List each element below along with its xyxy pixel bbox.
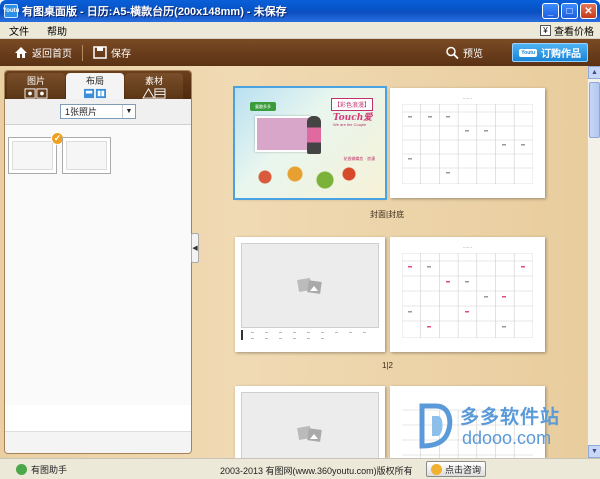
title-bar: Youtu 有图桌面版 - 日历:A5-横款台历(200x148mm) - 未保… — [0, 0, 600, 22]
image-placeholder-icon — [297, 425, 322, 442]
toolbar-divider — [82, 44, 83, 61]
close-button[interactable]: ✕ — [580, 3, 597, 19]
mini-calendar — [241, 330, 366, 340]
vertical-scrollbar[interactable]: ▲ ▼ — [587, 66, 600, 458]
cover-leaves-decoration — [241, 162, 361, 192]
photo-placeholder[interactable] — [241, 243, 379, 328]
site-watermark: 多多软件站 ddooo.com — [418, 400, 584, 454]
layout-thumb-preview — [66, 141, 107, 170]
material-icon — [142, 88, 166, 99]
tab-material[interactable]: 素材 — [125, 73, 183, 99]
calendar-grid — [402, 253, 533, 338]
copyright-text: 2003-2013 有图网(www.360youtu.com)版权所有 — [220, 466, 413, 476]
tab-layout[interactable]: 布局 — [66, 73, 124, 99]
layout-thumb-preview — [12, 141, 53, 170]
minimize-button[interactable]: _ — [542, 3, 559, 19]
view-price-label: 查看价格 — [554, 27, 594, 38]
watermark-cn: 多多软件站 — [460, 407, 561, 428]
layout-icon — [84, 88, 106, 99]
left-panel: 图片 布局 素材 1张照片 ▼ ✓ — [4, 70, 192, 454]
back-cover-calendar-page[interactable]: ······· — [390, 88, 545, 198]
scroll-up-button[interactable]: ▲ — [588, 66, 600, 79]
menu-file[interactable]: 文件 — [0, 23, 38, 38]
assistant-label: 有图助手 — [31, 465, 68, 475]
image-placeholder-icon — [297, 277, 322, 294]
home-label: 返回首页 — [32, 49, 72, 60]
tab-material-label: 素材 — [144, 76, 163, 86]
chevron-down-icon: ▼ — [122, 105, 135, 118]
price-icon: ¥ — [540, 25, 551, 36]
menu-bar: 文件 帮助 ¥ 查看价格 — [0, 22, 600, 39]
cover-figure-illustration — [307, 116, 321, 154]
layout-list: ✓ — [5, 125, 191, 405]
calendar-title: ······· — [462, 96, 473, 101]
order-label: 订购作品 — [541, 49, 581, 60]
tab-photos[interactable]: 图片 — [7, 73, 65, 99]
home-icon — [15, 47, 27, 58]
toolbar: 返回首页 保存 预览 Youtu 订购作品 — [0, 39, 600, 66]
panel-footer — [5, 431, 191, 453]
spread-caption-1-2: 1|2 — [382, 361, 393, 370]
calendar-title: ······· — [462, 245, 473, 250]
order-button[interactable]: Youtu 订购作品 — [512, 43, 588, 62]
save-label: 保存 — [111, 49, 131, 60]
magnifier-icon — [446, 46, 459, 59]
watermark-logo-icon — [419, 403, 453, 449]
cover-photo-frame[interactable] — [255, 116, 311, 152]
cover-subtitle: We are the Couple — [333, 122, 367, 127]
calendar-grid — [402, 104, 533, 184]
photo-count-row: 1张照片 ▼ — [5, 99, 191, 125]
tab-layout-label: 布局 — [85, 76, 104, 86]
home-button[interactable]: 返回首页 — [0, 45, 80, 60]
collapse-panel-button[interactable]: ◀ — [191, 233, 199, 263]
scroll-thumb[interactable] — [589, 82, 600, 138]
maximize-button[interactable]: □ — [561, 3, 578, 19]
page-2-calendar[interactable]: ······· — [390, 237, 545, 352]
consult-button[interactable]: 点击咨询 — [426, 461, 487, 477]
app-logo-icon: Youtu — [3, 4, 19, 18]
view-price-button[interactable]: ¥ 查看价格 — [540, 23, 594, 38]
preview-button[interactable]: 预览 — [437, 45, 491, 60]
scroll-down-button[interactable]: ▼ — [588, 445, 600, 458]
youtu-logo-icon: Youtu — [519, 48, 537, 57]
menu-help[interactable]: 帮助 — [38, 23, 76, 38]
assistant-button[interactable]: 有图助手 — [16, 463, 67, 476]
status-bar: 有图助手 2003-2013 有图网(www.360youtu.com)版权所有… — [0, 458, 600, 479]
photos-icon — [24, 88, 48, 99]
watermark-en: ddooo.com — [462, 428, 552, 448]
layout-thumb-1[interactable]: ✓ — [8, 132, 64, 174]
photo-placeholder[interactable] — [241, 392, 379, 462]
cover-page[interactable]: 童趣多多 【彩色浪漫】 Touch爱 We are the Couple 花香蝴… — [233, 86, 387, 200]
page-1[interactable] — [235, 237, 385, 352]
preview-label: 预览 — [463, 49, 483, 60]
chat-avatar-icon — [431, 463, 442, 475]
layout-thumb-2[interactable] — [62, 137, 111, 174]
speaker-icon — [16, 464, 27, 475]
save-icon — [93, 46, 107, 59]
photo-count-select[interactable]: 1张照片 ▼ — [60, 104, 136, 119]
cover-ribbon: 童趣多多 — [250, 102, 276, 111]
tab-photos-label: 图片 — [26, 76, 45, 86]
spread-caption-cover: 封面|封底 — [370, 210, 405, 219]
window-title: 有图桌面版 - 日历:A5-横款台历(200x148mm) - 未保存 — [22, 6, 287, 18]
panel-tabs: 图片 布局 素材 — [5, 71, 191, 99]
consult-label: 点击咨询 — [445, 464, 482, 475]
save-button[interactable]: 保存 — [85, 45, 139, 60]
photo-count-value: 1张照片 — [65, 107, 98, 117]
page-3[interactable] — [235, 386, 385, 462]
